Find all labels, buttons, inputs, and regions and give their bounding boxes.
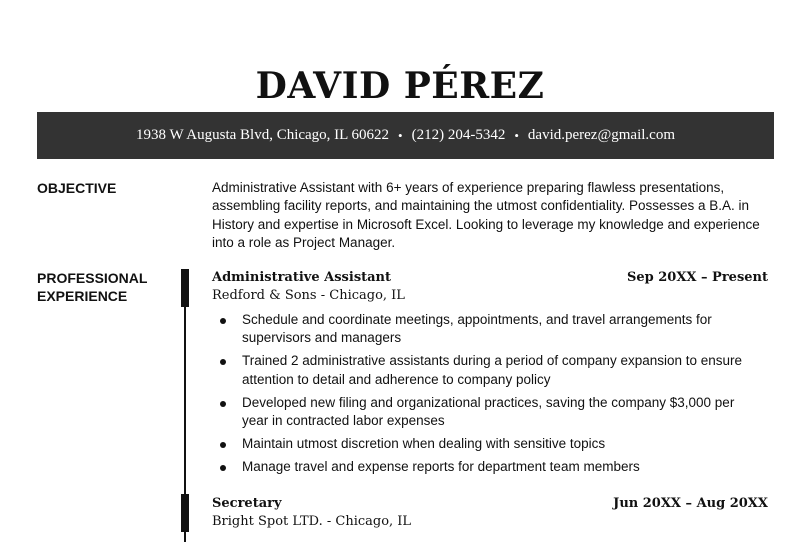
job-bullet-text: Schedule and coordinate meetings, appoin… bbox=[242, 312, 712, 346]
job-header: Administrative Assistant Sep 20XX – Pres… bbox=[212, 269, 768, 287]
job-bullet-text: Maintain utmost discretion when dealing … bbox=[242, 436, 606, 452]
job-bullet-text: Manage travel and expense reports for de… bbox=[242, 459, 640, 475]
candidate-name: DAVID PÉREZ bbox=[255, 65, 545, 107]
contact-bar: 1938 W Augusta Blvd, Chicago, IL 60622 •… bbox=[37, 112, 774, 159]
contact-phone: (212) 204-5342 bbox=[411, 127, 506, 143]
job-header: Secretary Jun 20XX – Aug 20XX bbox=[212, 495, 768, 513]
contact-separator: • bbox=[514, 127, 519, 143]
bullet-dot-icon bbox=[220, 465, 226, 472]
job-dates: Jun 20XX – Aug 20XX bbox=[613, 496, 768, 511]
job-company: Redford & Sons - Chicago, IL bbox=[212, 288, 405, 303]
experience-heading-line2: EXPERIENCE bbox=[37, 288, 128, 304]
job-bullet-list: Schedule and coordinate meetings, appoin… bbox=[212, 311, 768, 477]
contact-separator: • bbox=[398, 127, 403, 143]
job-bullet: Manage travel and expense reports for de… bbox=[212, 458, 752, 476]
job-entry: Secretary Jun 20XX – Aug 20XX Bright Spo… bbox=[212, 495, 768, 531]
job-title: Administrative Assistant bbox=[212, 270, 392, 285]
objective-text: Administrative Assistant with 6+ years o… bbox=[212, 180, 760, 250]
job-company: Bright Spot LTD. - Chicago, IL bbox=[212, 514, 412, 529]
job-bullet: Trained 2 administrative assistants duri… bbox=[212, 352, 752, 389]
resume-page: DAVID PÉREZ 1938 W Augusta Blvd, Chicago… bbox=[0, 0, 800, 542]
job-bullet-text: Developed new filing and organizational … bbox=[242, 394, 735, 429]
timeline-marker bbox=[181, 269, 189, 307]
job-title: Secretary bbox=[212, 496, 282, 511]
experience-heading-line1: PROFESSIONAL bbox=[37, 270, 148, 286]
bullet-dot-icon bbox=[220, 359, 226, 366]
job-entry: Administrative Assistant Sep 20XX – Pres… bbox=[212, 269, 768, 481]
contact-email: david.perez@gmail.com bbox=[527, 127, 675, 143]
job-bullet: Developed new filing and organizational … bbox=[212, 394, 752, 431]
job-bullet: Schedule and coordinate meetings, appoin… bbox=[212, 311, 752, 348]
job-bullet-text: Trained 2 administrative assistants duri… bbox=[242, 353, 743, 387]
experience-heading: PROFESSIONAL EXPERIENCE bbox=[37, 269, 177, 305]
bullet-dot-icon bbox=[220, 318, 226, 324]
bullet-dot-icon bbox=[220, 442, 226, 449]
job-dates: Sep 20XX – Present bbox=[626, 270, 768, 285]
objective-heading: OBJECTIVE bbox=[37, 180, 117, 196]
timeline-marker bbox=[181, 494, 189, 532]
job-bullet: Maintain utmost discretion when dealing … bbox=[212, 435, 752, 453]
contact-address: 1938 W Augusta Blvd, Chicago, IL 60622 bbox=[135, 127, 390, 143]
bullet-dot-icon bbox=[220, 400, 226, 407]
